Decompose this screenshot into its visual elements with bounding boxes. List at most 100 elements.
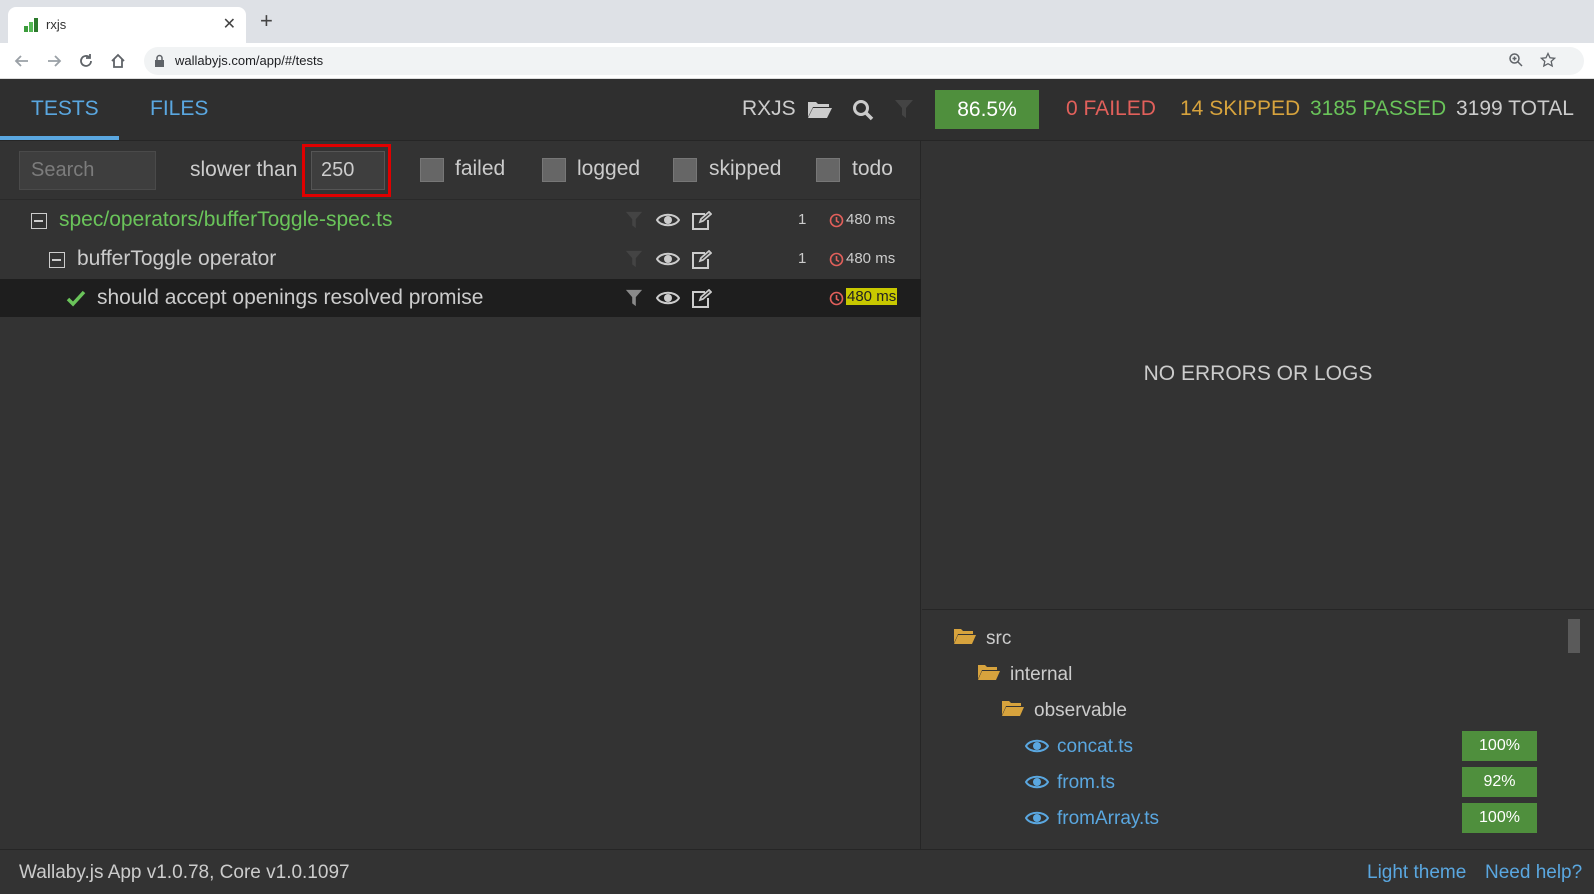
tab-files[interactable]: FILES <box>150 97 208 121</box>
zoom-icon[interactable] <box>1508 52 1524 68</box>
folder-open-icon[interactable] <box>807 99 833 119</box>
edit-icon[interactable] <box>691 250 712 269</box>
folder-open-icon <box>978 665 1000 680</box>
check-icon <box>66 290 86 307</box>
clock-icon <box>829 213 844 228</box>
home-icon <box>111 53 125 68</box>
clock-icon <box>829 291 844 306</box>
folder-open-icon <box>954 629 976 644</box>
collapse-icon[interactable] <box>49 252 65 268</box>
coverage-badge: 86.5% <box>935 90 1039 129</box>
file-row[interactable]: from.ts 92% <box>922 763 1582 799</box>
back-button[interactable] <box>10 49 34 73</box>
logged-checkbox-label: logged <box>577 157 641 180</box>
eye-icon[interactable] <box>656 211 680 229</box>
logged-checkbox[interactable] <box>542 158 566 182</box>
file-row[interactable]: fromArray.ts 100% <box>922 799 1582 835</box>
file-name[interactable]: fromArray.ts <box>1057 808 1159 830</box>
todo-checkbox[interactable] <box>816 158 840 182</box>
file-row[interactable]: concat.ts 100% <box>922 727 1582 763</box>
filter-bar: slower than failed logged skipped todo <box>0 141 921 200</box>
edit-icon[interactable] <box>691 289 712 308</box>
eye-icon[interactable] <box>656 289 680 307</box>
test-tree-row-selected[interactable]: should accept openings resolved promise … <box>0 279 921 317</box>
new-tab-button[interactable]: + <box>260 10 273 32</box>
todo-checkbox-label: todo <box>852 157 893 180</box>
clock-icon <box>829 252 844 267</box>
total-count: 3199 TOTAL <box>1456 97 1574 120</box>
failed-count: 0 FAILED <box>1066 97 1156 120</box>
suite-label[interactable]: bufferToggle operator <box>77 247 276 271</box>
wallaby-favicon-icon <box>24 18 38 32</box>
filter-icon[interactable] <box>894 99 914 119</box>
test-count: 1 <box>798 211 807 228</box>
filter-icon[interactable] <box>625 250 643 268</box>
address-bar[interactable]: wallabyjs.com/app/#/tests <box>144 47 1584 75</box>
folder-row[interactable]: internal <box>922 655 1582 691</box>
reload-button[interactable] <box>74 49 98 73</box>
browser-toolbar: wallabyjs.com/app/#/tests <box>0 43 1594 79</box>
file-name[interactable]: concat.ts <box>1057 736 1133 758</box>
eye-icon[interactable] <box>1025 737 1049 755</box>
test-count: 1 <box>798 250 807 267</box>
reload-icon <box>80 54 92 67</box>
lock-icon <box>155 54 164 67</box>
folder-name: src <box>986 628 1012 649</box>
skipped-count: 14 SKIPPED <box>1180 97 1301 120</box>
search-icon[interactable] <box>852 99 874 121</box>
forward-button[interactable] <box>42 49 66 73</box>
edit-icon[interactable] <box>691 211 712 230</box>
active-tab-indicator <box>0 136 119 140</box>
collapse-icon[interactable] <box>31 213 47 229</box>
no-errors-message: NO ERRORS OR LOGS <box>1143 362 1373 385</box>
coverage-badge: 92% <box>1462 767 1537 797</box>
filter-icon[interactable] <box>625 211 643 229</box>
spec-file-label[interactable]: spec/operators/bufferToggle-spec.ts <box>59 208 392 232</box>
eye-icon[interactable] <box>656 250 680 268</box>
browser-tab-strip: rxjs ✕ + <box>0 0 1594 43</box>
slower-than-input[interactable] <box>311 151 385 190</box>
failed-checkbox[interactable] <box>420 158 444 182</box>
test-tree-row[interactable]: spec/operators/bufferToggle-spec.ts 1 48… <box>0 201 921 239</box>
folder-row[interactable]: observable <box>922 691 1582 727</box>
folder-row[interactable]: src <box>922 619 1582 655</box>
app-footer: Wallaby.js App v1.0.78, Core v1.0.1097 L… <box>0 849 1594 894</box>
arrow-left-icon <box>14 55 28 67</box>
eye-icon[interactable] <box>1025 773 1049 791</box>
browser-tab-title: rxjs <box>46 17 67 32</box>
app-header: TESTS FILES RXJS 86.5% 0 FAILED 14 SKIPP… <box>0 79 1594 141</box>
arrow-right-icon <box>48 55 62 67</box>
project-name: RXJS <box>742 97 796 120</box>
search-input[interactable] <box>19 151 156 190</box>
output-panel: NO ERRORS OR LOGS <box>922 141 1594 610</box>
skipped-checkbox[interactable] <box>673 158 697 182</box>
home-button[interactable] <box>106 49 130 73</box>
need-help-link[interactable]: Need help? <box>1485 862 1582 884</box>
bookmark-star-icon[interactable] <box>1540 52 1556 68</box>
folder-open-icon <box>1002 701 1024 716</box>
folder-name: internal <box>1010 664 1073 685</box>
close-tab-icon[interactable]: ✕ <box>223 14 236 34</box>
skipped-checkbox-label: skipped <box>709 157 782 180</box>
test-duration: 480 ms <box>846 211 896 228</box>
coverage-badge: 100% <box>1462 731 1537 761</box>
test-label[interactable]: should accept openings resolved promise <box>97 286 483 310</box>
file-coverage-panel: src internal observable concat.ts 100% f… <box>922 611 1594 849</box>
eye-icon[interactable] <box>1025 809 1049 827</box>
folder-name: observable <box>1034 700 1127 721</box>
test-tree-row[interactable]: bufferToggle operator 1 480 ms <box>0 240 921 278</box>
failed-checkbox-label: failed <box>455 157 506 180</box>
passed-count: 3185 PASSED <box>1310 97 1447 120</box>
coverage-badge: 100% <box>1462 803 1537 833</box>
tests-panel: slower than failed logged skipped todo s… <box>0 141 921 849</box>
filter-icon[interactable] <box>625 289 643 307</box>
tab-tests[interactable]: TESTS <box>31 97 99 121</box>
browser-tab[interactable]: rxjs ✕ <box>8 7 246 43</box>
slower-than-label: slower than <box>190 158 298 181</box>
url-text: wallabyjs.com/app/#/tests <box>175 53 324 68</box>
slow-test-duration: 480 ms <box>846 288 898 305</box>
light-theme-link[interactable]: Light theme <box>1367 862 1466 884</box>
version-text: Wallaby.js App v1.0.78, Core v1.0.1097 <box>19 862 350 883</box>
file-name[interactable]: from.ts <box>1057 772 1115 794</box>
test-duration: 480 ms <box>846 250 896 267</box>
